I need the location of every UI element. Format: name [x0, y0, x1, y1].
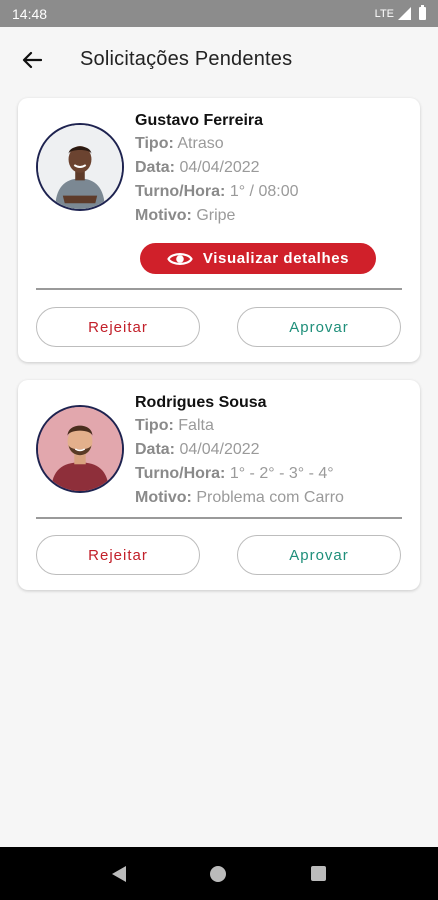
person-photo [38, 125, 122, 209]
field-motivo: Motivo: Problema com Carro [135, 486, 410, 510]
request-card: Rodrigues Sousa Tipo: Falta Data: 04/04/… [18, 380, 420, 590]
label-tipo: Tipo: [135, 417, 174, 434]
battery-icon [419, 5, 426, 20]
arrow-left-icon [22, 51, 42, 68]
status-bar: 14:48 LTE [0, 0, 438, 27]
system-nav-bar [0, 847, 438, 900]
label-motivo: Motivo: [135, 207, 192, 224]
view-details-button[interactable]: Visualizar detalhes [140, 243, 376, 274]
field-turno-hora: Turno/Hora: 1° - 2° - 3° - 4° [135, 462, 410, 486]
eye-icon [167, 252, 193, 265]
value-motivo: Problema com Carro [196, 489, 344, 506]
field-motivo: Motivo: Gripe [135, 204, 410, 228]
approve-button[interactable]: Aprovar [237, 307, 401, 347]
value-tipo: Falta [178, 417, 214, 434]
reject-button[interactable]: Rejeitar [36, 535, 200, 575]
divider [36, 517, 402, 519]
value-data: 04/04/2022 [179, 159, 260, 176]
avatar [36, 405, 124, 493]
request-card: Gustavo Ferreira Tipo: Atraso Data: 04/0… [18, 98, 420, 362]
app-bar: Solicitações Pendentes [0, 27, 438, 92]
field-turno-hora: Turno/Hora: 1° / 08:00 [135, 180, 410, 204]
request-info: Gustavo Ferreira Tipo: Atraso Data: 04/0… [135, 110, 410, 228]
page-title: Solicitações Pendentes [80, 48, 293, 70]
status-time: 14:48 [12, 5, 48, 22]
field-data: Data: 04/04/2022 [135, 156, 410, 180]
network-type: LTE [374, 7, 394, 20]
approve-button[interactable]: Aprovar [237, 535, 401, 575]
person-photo [38, 407, 122, 491]
value-turno-hora: 1° / 08:00 [229, 183, 299, 200]
field-data: Data: 04/04/2022 [135, 438, 410, 462]
field-tipo: Tipo: Falta [135, 414, 410, 438]
value-motivo: Gripe [196, 207, 236, 224]
label-motivo: Motivo: [135, 489, 192, 506]
field-tipo: Tipo: Atraso [135, 132, 410, 156]
value-turno-hora: 1° - 2° - 3° - 4° [229, 465, 334, 482]
signal-icon [398, 7, 411, 20]
request-info: Rodrigues Sousa Tipo: Falta Data: 04/04/… [135, 392, 410, 510]
nav-home-icon[interactable] [210, 865, 227, 882]
divider [36, 288, 402, 290]
label-turno-hora: Turno/Hora: [135, 465, 226, 482]
requester-name: Rodrigues Sousa [135, 394, 267, 411]
status-icons: LTE [374, 5, 426, 20]
nav-recents-icon[interactable] [310, 866, 326, 881]
label-data: Data: [135, 441, 176, 458]
nav-back-icon[interactable] [112, 865, 127, 882]
label-data: Data: [135, 159, 176, 176]
view-details-label: Visualizar detalhes [202, 250, 350, 267]
back-button[interactable] [12, 40, 52, 80]
value-data: 04/04/2022 [179, 441, 260, 458]
label-turno-hora: Turno/Hora: [135, 183, 226, 200]
value-tipo: Atraso [177, 135, 224, 152]
requester-name: Gustavo Ferreira [135, 112, 264, 129]
label-tipo: Tipo: [135, 135, 174, 152]
reject-button[interactable]: Rejeitar [36, 307, 200, 347]
avatar [36, 123, 124, 211]
